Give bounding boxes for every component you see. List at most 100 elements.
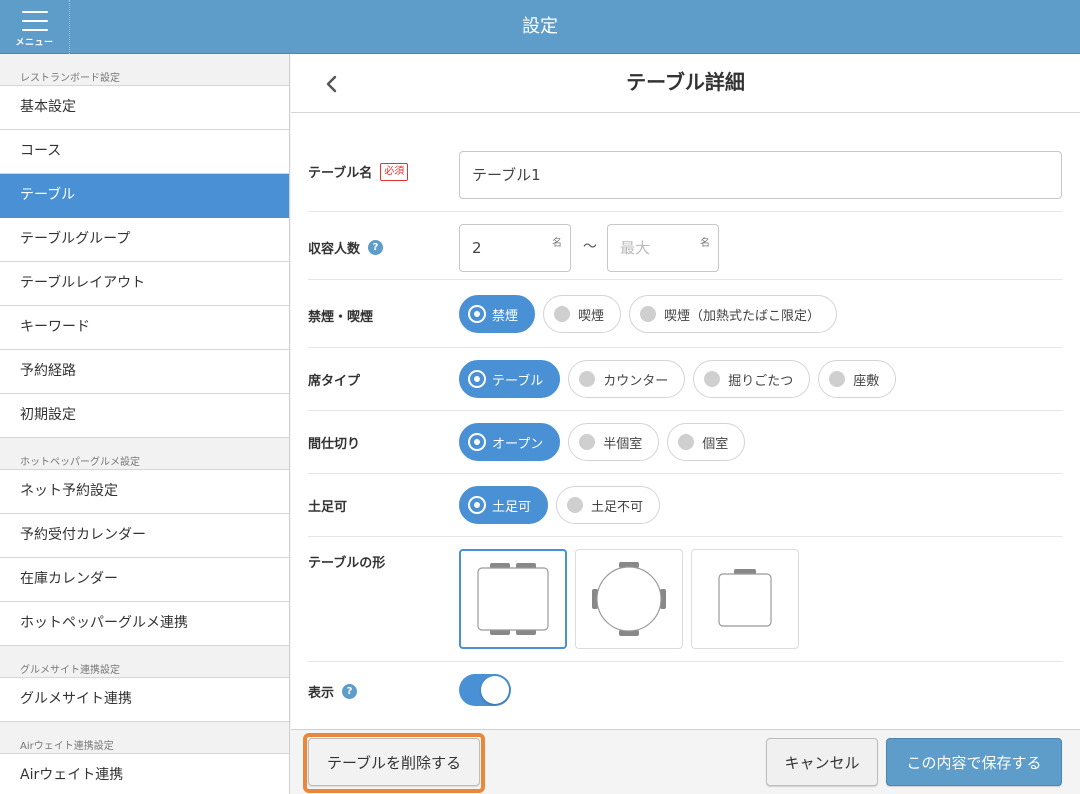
sidebar-item-gourmet-site-link[interactable]: グルメサイト連携 bbox=[0, 678, 289, 722]
sidebar-item-reservation-route[interactable]: 予約経路 bbox=[0, 350, 289, 394]
detail-title: テーブル詳細 bbox=[626, 70, 745, 94]
help-icon[interactable]: ? bbox=[368, 240, 384, 255]
shape-option-single[interactable] bbox=[691, 549, 799, 649]
seat-option-horigotatsu[interactable]: 掘りごたつ bbox=[693, 360, 811, 398]
form-row-smoking: 禁煙・喫煙 禁煙 喫煙 喫煙（加熱式たばこ限定） bbox=[308, 280, 1063, 348]
sidebar-item-hotpepper-link[interactable]: ホットペッパーグルメ連携 bbox=[0, 602, 289, 646]
main-panel: テーブル詳細 テーブル名 必須 テーブル1 収容人数 ? 2 名 〜 最大 名 bbox=[291, 54, 1080, 794]
radio-icon bbox=[704, 371, 721, 387]
smoking-option-no-smoking[interactable]: 禁煙 bbox=[459, 295, 536, 333]
form-row-partition: 間仕切り オープン 半個室 個室 bbox=[308, 411, 1063, 474]
name-label: テーブル名 bbox=[308, 166, 373, 181]
shape-options bbox=[459, 549, 799, 649]
option-label: 座敷 bbox=[853, 373, 880, 389]
capacity-max-placeholder: 最大 bbox=[620, 239, 651, 257]
form-row-seat-type: 席タイプ テーブル カウンター 掘りごたつ 座敷 bbox=[308, 348, 1063, 411]
capacity-max-unit: 名 bbox=[700, 238, 710, 249]
delete-table-button[interactable]: テーブルを削除する bbox=[308, 738, 480, 786]
radio-icon bbox=[470, 435, 484, 449]
option-label: 半個室 bbox=[603, 436, 643, 452]
table-form: テーブル名 必須 テーブル1 収容人数 ? 2 名 〜 最大 名 禁煙・喫煙 禁… bbox=[308, 113, 1063, 720]
sidebar-item-course[interactable]: コース bbox=[0, 130, 289, 174]
partition-option-private[interactable]: 個室 bbox=[667, 423, 746, 461]
option-label: 掘りごたつ bbox=[728, 373, 794, 389]
smoking-label: 禁煙・喫煙 bbox=[308, 310, 374, 325]
sidebar: レストランボード設定 基本設定 コース テーブル テーブルグループ テーブルレイ… bbox=[0, 54, 290, 794]
option-label: 土足不可 bbox=[591, 499, 644, 515]
sidebar-section-title: ホットペッパーグルメ設定 bbox=[0, 438, 289, 470]
sidebar-item-inventory-calendar[interactable]: 在庫カレンダー bbox=[0, 558, 289, 602]
option-label: テーブル bbox=[492, 373, 544, 389]
display-label: 表示 bbox=[308, 686, 335, 701]
sidebar-item-initial-settings[interactable]: 初期設定 bbox=[0, 394, 289, 438]
radio-icon bbox=[567, 497, 584, 513]
seat-option-zashiki[interactable]: 座敷 bbox=[818, 360, 897, 398]
menu-button[interactable]: メニュー bbox=[0, 0, 70, 54]
detail-header: テーブル詳細 bbox=[291, 54, 1080, 113]
sidebar-section-title: Airウェイト連携設定 bbox=[0, 722, 289, 754]
radio-icon bbox=[470, 372, 484, 386]
partition-options: オープン 半個室 個室 bbox=[459, 423, 746, 461]
radio-icon bbox=[579, 434, 596, 450]
partition-option-semi-private[interactable]: 半個室 bbox=[568, 423, 660, 461]
option-label: 禁煙 bbox=[492, 308, 519, 324]
seat-option-table[interactable]: テーブル bbox=[459, 360, 561, 398]
form-row-capacity: 収容人数 ? 2 名 〜 最大 名 bbox=[308, 212, 1063, 280]
shape-option-round[interactable] bbox=[575, 549, 683, 649]
sidebar-item-table[interactable]: テーブル bbox=[0, 174, 289, 218]
partition-option-open[interactable]: オープン bbox=[459, 423, 561, 461]
shoes-option-allowed[interactable]: 土足可 bbox=[459, 486, 549, 524]
back-button[interactable] bbox=[317, 70, 347, 100]
option-label: カウンター bbox=[603, 373, 669, 389]
sidebar-item-basic-settings[interactable]: 基本設定 bbox=[0, 86, 289, 130]
required-badge: 必須 bbox=[380, 162, 409, 181]
square-table-icon bbox=[477, 563, 549, 635]
capacity-min-value: 2 bbox=[472, 239, 482, 257]
radio-icon bbox=[554, 306, 571, 322]
action-footer: テーブルを削除する キャンセル この内容で保存する bbox=[291, 729, 1080, 794]
seat-option-counter[interactable]: カウンター bbox=[568, 360, 686, 398]
sidebar-item-table-layout[interactable]: テーブルレイアウト bbox=[0, 262, 289, 306]
radio-icon bbox=[640, 306, 657, 322]
display-toggle[interactable] bbox=[459, 674, 511, 706]
option-label: 土足可 bbox=[492, 499, 532, 515]
cancel-button[interactable]: キャンセル bbox=[766, 738, 878, 786]
app-header: メニュー 設定 bbox=[0, 0, 1080, 54]
smoking-option-smoking[interactable]: 喫煙 bbox=[543, 295, 622, 333]
smoking-options: 禁煙 喫煙 喫煙（加熱式たばこ限定） bbox=[459, 295, 838, 333]
option-label: 喫煙（加熱式たばこ限定） bbox=[664, 308, 821, 324]
menu-label: メニュー bbox=[15, 37, 54, 48]
single-seat-table-icon bbox=[718, 569, 772, 627]
sidebar-item-reservation-calendar[interactable]: 予約受付カレンダー bbox=[0, 514, 289, 558]
form-row-shape: テーブルの形 bbox=[308, 537, 1063, 662]
sidebar-item-net-reservation[interactable]: ネット予約設定 bbox=[0, 470, 289, 514]
shoes-label: 土足可 bbox=[308, 500, 348, 515]
table-name-input[interactable]: テーブル1 bbox=[459, 151, 1062, 199]
capacity-label: 収容人数 bbox=[308, 242, 361, 257]
shape-option-square[interactable] bbox=[459, 549, 567, 649]
partition-label: 間仕切り bbox=[308, 437, 361, 452]
seat-type-options: テーブル カウンター 掘りごたつ 座敷 bbox=[459, 360, 897, 398]
radio-icon bbox=[579, 371, 596, 387]
sidebar-item-table-group[interactable]: テーブルグループ bbox=[0, 218, 289, 262]
shape-label: テーブルの形 bbox=[308, 556, 386, 571]
sidebar-section-title: レストランボード設定 bbox=[0, 54, 289, 86]
radio-icon bbox=[470, 498, 484, 512]
sidebar-item-keyword[interactable]: キーワード bbox=[0, 306, 289, 350]
form-row-shoes: 土足可 土足可 土足不可 bbox=[308, 474, 1063, 537]
save-button[interactable]: この内容で保存する bbox=[886, 738, 1062, 786]
shoes-option-not-allowed[interactable]: 土足不可 bbox=[556, 486, 661, 524]
page-title: 設定 bbox=[522, 16, 558, 37]
sidebar-item-airwait-link[interactable]: Airウェイト連携 bbox=[0, 754, 289, 794]
round-table-icon bbox=[592, 562, 666, 636]
help-icon[interactable]: ? bbox=[342, 684, 358, 699]
capacity-min-unit: 名 bbox=[552, 238, 562, 249]
radio-icon bbox=[829, 371, 846, 387]
option-label: 喫煙 bbox=[578, 308, 605, 324]
toggle-knob bbox=[481, 676, 509, 704]
capacity-max-input[interactable]: 最大 名 bbox=[607, 224, 719, 272]
hamburger-icon bbox=[21, 10, 48, 31]
option-label: 個室 bbox=[702, 436, 729, 452]
smoking-option-heated-tobacco[interactable]: 喫煙（加熱式たばこ限定） bbox=[629, 295, 838, 333]
capacity-min-input[interactable]: 2 名 bbox=[459, 224, 571, 272]
